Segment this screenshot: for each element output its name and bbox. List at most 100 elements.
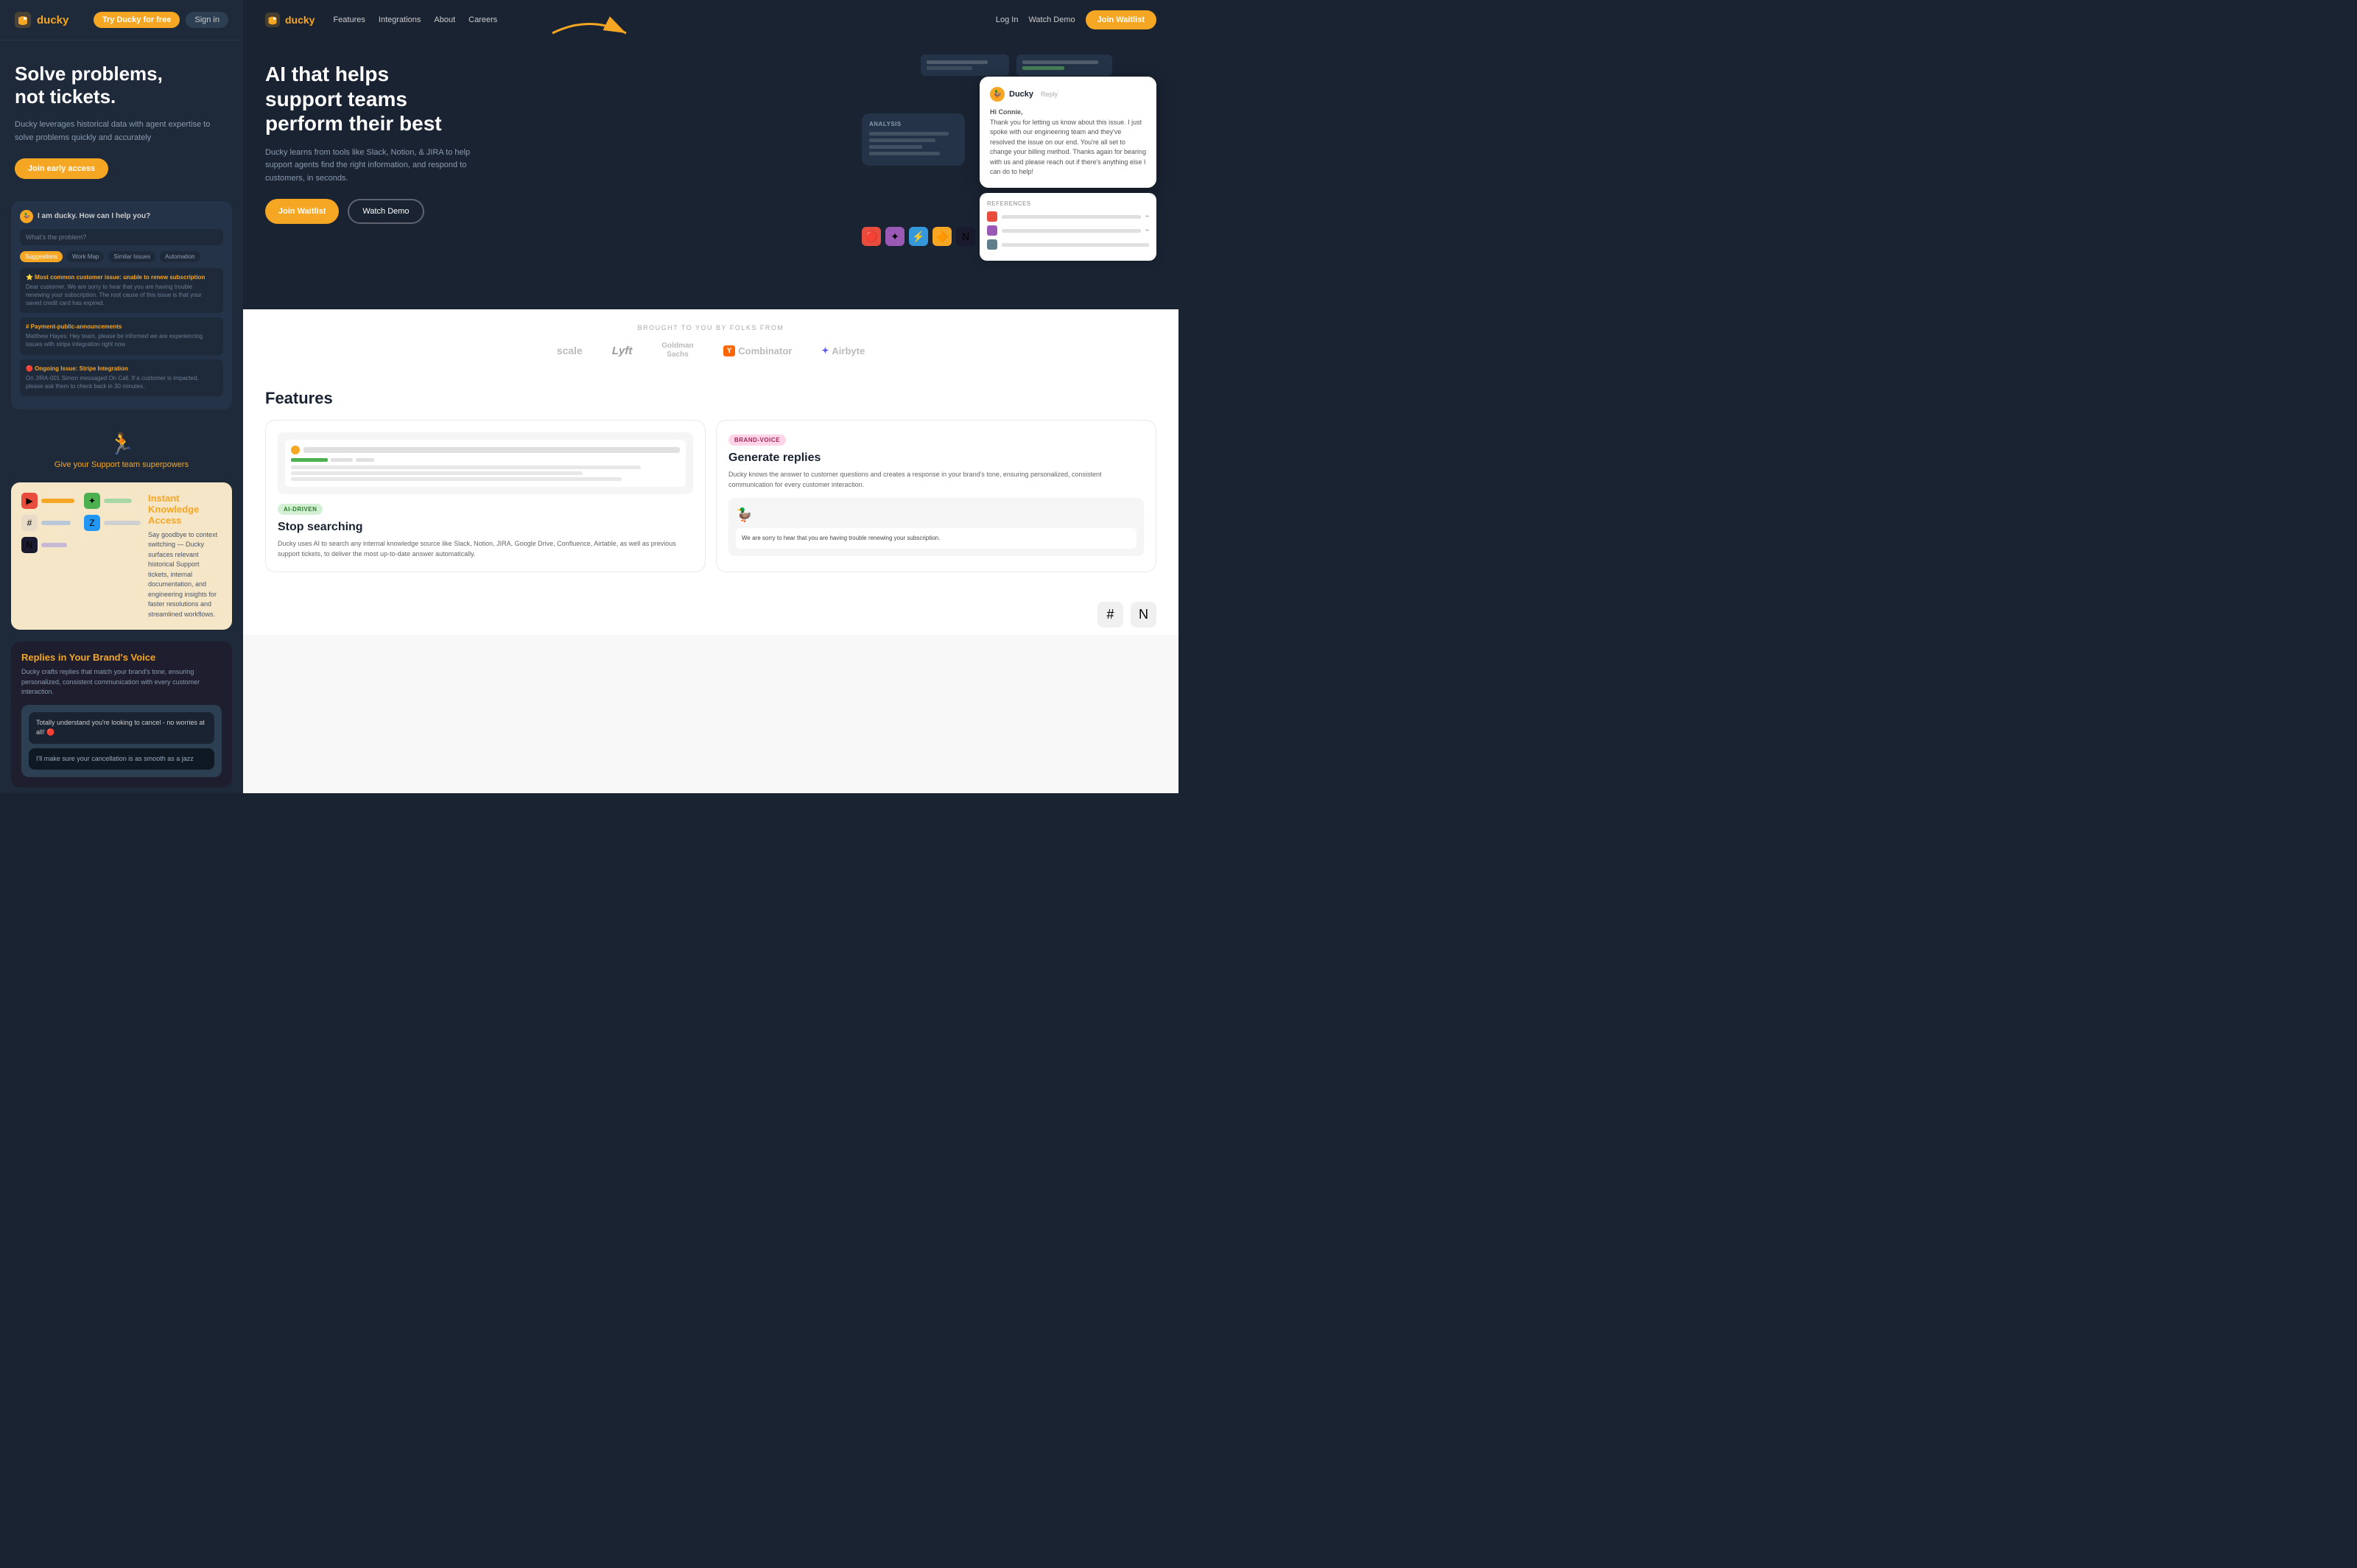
reply-header: 🦆 Ducky Reply	[990, 87, 1146, 102]
logo-airbyte: ✦ Airbyte	[821, 345, 865, 356]
left-panel: ducky Try Ducky for free Sign in Solve p…	[0, 0, 243, 793]
logo-scale: scale	[557, 345, 583, 356]
nav-careers[interactable]: Careers	[468, 15, 497, 24]
app-row-1: ▶	[21, 493, 78, 509]
ref-bar-3	[1002, 243, 1149, 247]
right-nav-left: ducky Features Integrations About Career…	[265, 13, 497, 27]
join-early-button[interactable]: Join early access	[15, 158, 108, 179]
feature-1-title: Stop searching	[278, 521, 693, 534]
app-icon-1: ▶	[21, 493, 38, 509]
chat-issue-3: 🔴 Ongoing Issue: Stripe Integration On J…	[20, 359, 223, 396]
try-button[interactable]: Try Ducky for free	[94, 12, 180, 28]
reply-body: Thank you for letting us know about this…	[990, 119, 1146, 176]
reply-mockup-bubble: We are sorry to hear that you are having…	[736, 528, 1137, 549]
left-headline: Solve problems, not tickets.	[15, 63, 228, 108]
app-icon-slack: #	[21, 515, 38, 531]
left-nav-buttons: Try Ducky for free Sign in	[94, 12, 228, 28]
right-description: Ducky learns from tools like Slack, Noti…	[265, 147, 486, 186]
reply-greeting: Hi Connie,	[990, 108, 1023, 116]
logo-lyft: Lyft	[612, 345, 633, 357]
left-description: Ducky leverages historical data with age…	[15, 119, 228, 144]
login-button[interactable]: Log In	[996, 15, 1019, 24]
join-waitlist-nav-button[interactable]: Join Waitlist	[1086, 10, 1156, 29]
right-hero-text: AI that helps support teams perform thei…	[265, 55, 832, 261]
mockup-tag-1	[291, 458, 328, 462]
mockup-dot	[291, 446, 300, 454]
chat-title: I am ducky. How can I help you?	[38, 212, 150, 220]
feature-generate-replies: BRAND-VOICE Generate replies Ducky knows…	[716, 420, 1156, 572]
ref-item-3	[987, 239, 1149, 250]
chat-tab-suggestions[interactable]: Suggestions	[20, 251, 63, 262]
mockup-input-line	[303, 447, 680, 453]
logo-goldman: GoldmanSachs	[661, 342, 693, 359]
app-row-3: #	[21, 515, 78, 531]
chat-input-bar[interactable]: What's the problem?	[20, 229, 223, 245]
hero-join-waitlist-button[interactable]: Join Waitlist	[265, 199, 339, 224]
nav-features[interactable]: Features	[333, 15, 365, 24]
instant-knowledge-desc: Say goodbye to context switching — Ducky…	[148, 530, 222, 620]
int-icon-3: ⚡	[909, 227, 928, 246]
mockup-inner-1	[285, 440, 686, 487]
brand-bubble-1: Totally understand you're looking to can…	[29, 712, 214, 744]
left-hero: Solve problems, not tickets. Ducky lever…	[0, 41, 243, 194]
right-logo-text: ducky	[285, 14, 315, 26]
nav-links: Features Integrations About Careers	[333, 15, 497, 24]
social-proof-label: BROUGHT TO YOU BY FOLKS FROM	[265, 324, 1156, 331]
integration-icons: 🔴 ✦ ⚡ 🔶 N Z	[862, 227, 999, 246]
instant-knowledge-card: ▶ ✦ # Z N	[11, 482, 232, 630]
app-bar-1	[41, 499, 74, 503]
hero-watch-demo-button[interactable]: Watch Demo	[348, 199, 424, 224]
ducky-reply-card: 🦆 Ducky Reply Hi Connie, Thank you for l…	[980, 77, 1156, 188]
nav-integrations[interactable]: Integrations	[379, 15, 421, 24]
brand-voice-chat: Totally understand you're looking to can…	[21, 705, 222, 778]
logos-row: scale Lyft GoldmanSachs Y Combinator ✦ A…	[265, 342, 1156, 359]
chat-tab-workmap[interactable]: Work Map	[67, 251, 104, 262]
right-hero-section: ducky Features Integrations About Career…	[243, 0, 1178, 309]
chat-tabs: Suggestions Work Map Similar Issues Auto…	[20, 251, 223, 262]
reply-text: Hi Connie, Thank you for letting us know…	[990, 108, 1146, 177]
logo-ycombinator: Y Combinator	[723, 345, 793, 356]
right-logo-icon	[265, 13, 280, 27]
reply-mockup-text: 🦆 We are sorry to hear that you are havi…	[736, 505, 1137, 549]
left-nav: ducky Try Ducky for free Sign in	[0, 0, 243, 41]
reply-subtitle: Reply	[1041, 91, 1058, 98]
app-icon-notion: N	[21, 537, 38, 553]
right-panel: ducky Features Integrations About Career…	[243, 0, 1178, 793]
chat-header: 🦆 I am ducky. How can I help you?	[20, 210, 223, 223]
mockup-tag-3	[356, 458, 374, 462]
mb-line	[927, 60, 988, 64]
mockup-line-1	[291, 465, 641, 469]
left-logo: ducky	[15, 12, 69, 28]
brand-bubble-2: I'll make sure your cancellation is as s…	[29, 748, 214, 770]
mockup-bars-left	[921, 55, 1009, 80]
watch-demo-nav-button[interactable]: Watch Demo	[1028, 15, 1075, 24]
right-headline: AI that helps support teams perform thei…	[265, 62, 832, 136]
feature-1-mockup	[278, 432, 693, 494]
app-row-5: N	[21, 537, 78, 553]
nav-about[interactable]: About	[434, 15, 455, 24]
int-icon-1: 🔴	[862, 227, 881, 246]
feature-1-badge: AI-DRIVEN	[278, 504, 323, 515]
app-bar-4	[104, 521, 141, 525]
feature-stop-searching: AI-DRIVEN Stop searching Ducky uses AI t…	[265, 420, 706, 572]
social-proof-section: BROUGHT TO YOU BY FOLKS FROM scale Lyft …	[243, 309, 1178, 374]
issue-2-text: Matthew Hayes: Hey team, please be infor…	[26, 332, 217, 348]
mockup-bar-2	[1016, 55, 1112, 76]
chat-tab-automation[interactable]: Automation	[160, 251, 200, 262]
chat-tab-similar[interactable]: Similar Issues	[108, 251, 155, 262]
right-nav-right: Log In Watch Demo Join Waitlist	[996, 10, 1156, 29]
mockup-input-row	[291, 446, 680, 454]
signin-button[interactable]: Sign in	[186, 12, 228, 28]
chat-issue-2: # Payment-public-announcements Matthew H…	[20, 317, 223, 354]
int-icon-4: 🔶	[932, 227, 952, 246]
feature-2-desc: Ducky knows the answer to customer quest…	[728, 469, 1144, 491]
feature-2-badge: BRAND-VOICE	[728, 435, 786, 446]
app-bar-3	[41, 521, 71, 525]
right-logo: ducky	[265, 13, 315, 27]
bottom-int-slack: #	[1097, 602, 1123, 627]
reply-mock-line1: We are sorry to hear that you are having…	[742, 534, 1131, 543]
issue-1-text: Dear customer, We are sorry to hear that…	[26, 283, 217, 308]
features-title: Features	[265, 389, 1156, 408]
issue-3-tag: 🔴 Ongoing Issue: Stripe Integration	[26, 365, 217, 372]
chat-widget: 🦆 I am ducky. How can I help you? What's…	[11, 201, 232, 409]
